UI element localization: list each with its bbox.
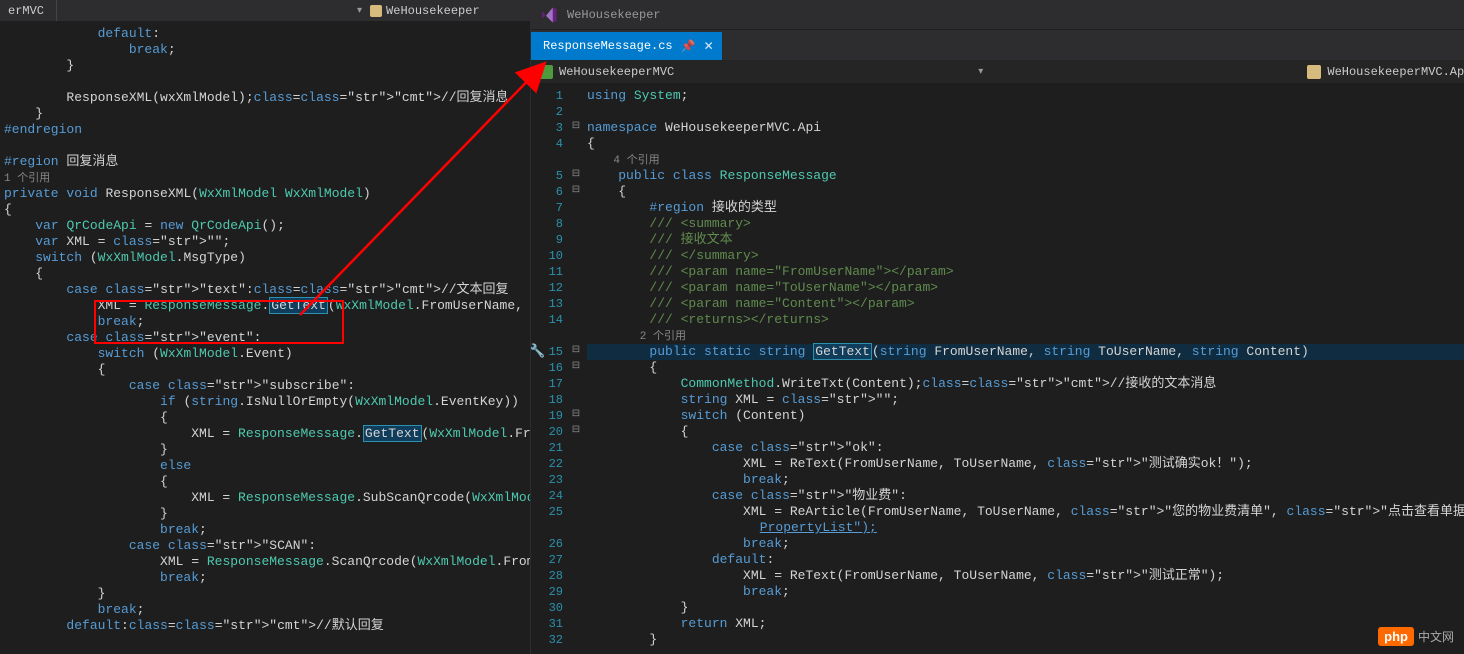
class-icon — [1307, 65, 1321, 79]
namespace-label: erMVC — [8, 4, 44, 18]
breadcrumb-project[interactable]: WeHousekeeperMVC — [531, 65, 682, 79]
fold-margin[interactable]: ⊟⊟⊟⊟⊟⊟⊟ — [569, 84, 583, 654]
window-title: WeHousekeeper — [567, 8, 661, 22]
class-icon — [370, 5, 382, 17]
wrench-icon[interactable]: 🔧 — [531, 344, 545, 359]
close-icon[interactable]: ✕ — [704, 39, 714, 54]
class-label: WeHousekeeper — [386, 4, 480, 18]
right-editor-pane: WeHousekeeper ResponseMessage.cs 📌 ✕ WeH… — [530, 0, 1464, 654]
left-code-text[interactable]: default: break; } ResponseXML(wxXmlModel… — [0, 22, 530, 654]
chevron-down-icon[interactable]: ▾ — [978, 66, 983, 78]
tab-bar: ResponseMessage.cs 📌 ✕ — [531, 30, 1464, 60]
tab-response-message[interactable]: ResponseMessage.cs 📌 ✕ — [531, 32, 722, 60]
window-title-bar: WeHousekeeper — [531, 0, 1464, 30]
right-code-text[interactable]: using System;namespace WeHousekeeperMVC.… — [583, 84, 1464, 654]
php-watermark: php 中文网 — [1378, 627, 1454, 646]
breadcrumb-project-label: WeHousekeeperMVC — [559, 65, 674, 79]
class-dropdown[interactable]: WeHousekeeper — [362, 0, 488, 21]
php-text: 中文网 — [1418, 628, 1454, 645]
breadcrumb-class[interactable]: WeHousekeeperMVC.Api.ResponseMessage ▾ — [1299, 65, 1464, 79]
php-badge: php — [1378, 627, 1414, 646]
left-editor-pane: erMVC ▾ WeHousekeeper default: break; } … — [0, 0, 530, 654]
csharp-icon — [539, 65, 553, 79]
line-gutter: 1234567891011121314151617181920212223242… — [531, 84, 569, 654]
breadcrumb-class-label: WeHousekeeperMVC.Api.ResponseMessage — [1327, 65, 1464, 79]
right-code-area[interactable]: 🔧 12345678910111213141516171819202122232… — [531, 84, 1464, 654]
tab-label: ResponseMessage.cs — [543, 39, 673, 53]
left-dropdown-bar: erMVC ▾ WeHousekeeper — [0, 0, 530, 22]
breadcrumb-bar: WeHousekeeperMVC ▾ WeHousekeeperMVC.Api.… — [531, 60, 1464, 84]
vs-logo-icon — [539, 5, 559, 25]
left-code-area[interactable]: default: break; } ResponseXML(wxXmlModel… — [0, 22, 530, 654]
namespace-dropdown[interactable]: erMVC — [0, 0, 57, 21]
pin-icon[interactable]: 📌 — [681, 39, 696, 54]
